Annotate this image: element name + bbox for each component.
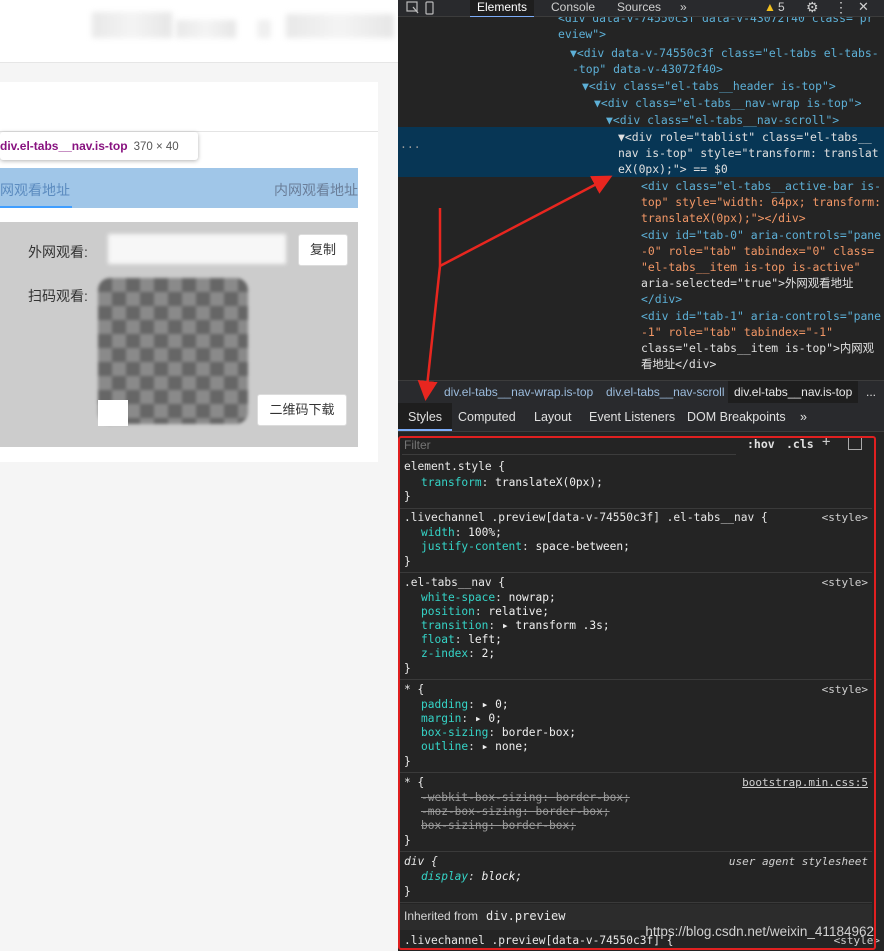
watermark: https://blog.csdn.net/weixin_41184962 <box>645 924 874 939</box>
annotation-arrows <box>417 175 613 401</box>
arrow-to-styles <box>417 265 442 401</box>
arrow-to-dom-node <box>439 175 613 268</box>
